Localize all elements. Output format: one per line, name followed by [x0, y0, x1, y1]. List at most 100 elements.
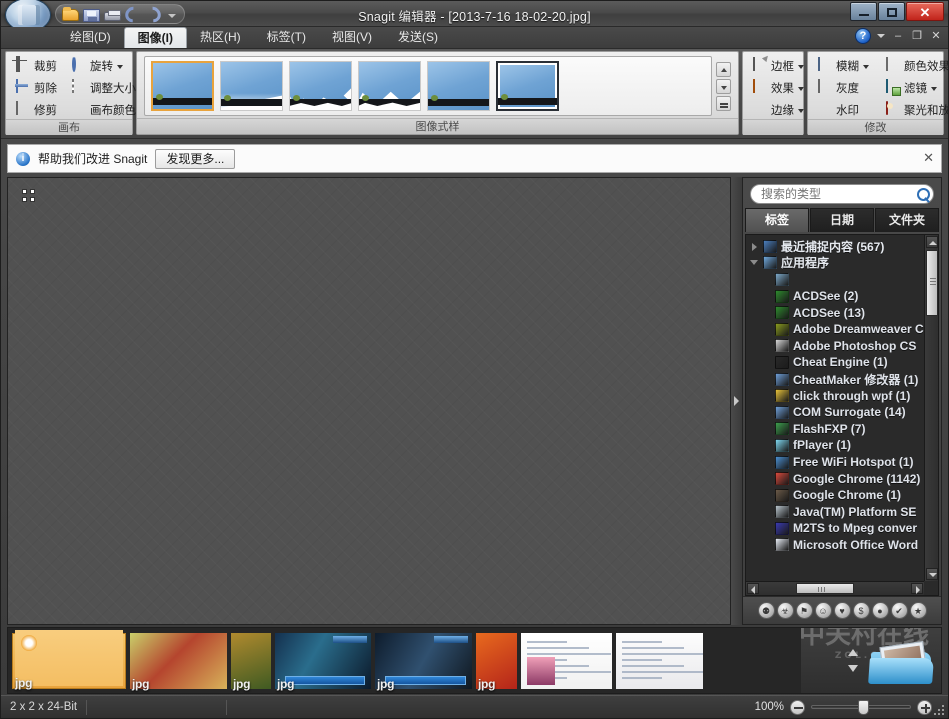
tree-item[interactable]: COM Surrogate (14): [748, 404, 924, 421]
tree-item[interactable]: M2TS to Mpeg conver: [748, 520, 924, 537]
filmstrip-item-4[interactable]: jpg: [275, 632, 371, 691]
tree-item[interactable]: FlashFXP (7): [748, 421, 924, 438]
zoom-slider[interactable]: [811, 700, 911, 715]
image-styles-gallery[interactable]: [144, 56, 712, 116]
cut-out-button[interactable]: 剪除: [11, 78, 61, 97]
color-effect-button[interactable]: 颜色效果: [881, 56, 949, 75]
tree-item[interactable]: Microsoft Office Word: [748, 537, 924, 554]
scroll-right-button[interactable]: [911, 583, 923, 594]
library-tree[interactable]: 最近捕捉内容 (567) 应用程序 ACDSee (2) ACDSee (13) Ado…: [745, 234, 939, 596]
effect-button[interactable]: 效果: [748, 78, 810, 97]
tab-tags[interactable]: 标签(T): [254, 27, 319, 48]
tree-vertical-scrollbar[interactable]: [924, 235, 938, 581]
flag-tag-icon[interactable]: ⚑: [795, 602, 813, 619]
tree-item[interactable]: Java(TM) Platform SE: [748, 504, 924, 521]
zoom-in-button[interactable]: [917, 699, 932, 715]
check-tag-icon[interactable]: ✔: [890, 602, 908, 619]
filmstrip-item-1[interactable]: jpg: [12, 629, 126, 690]
hscroll-thumb[interactable]: [796, 583, 854, 594]
panel-splitter[interactable]: [731, 177, 742, 625]
tree-item[interactable]: click through wpf (1): [748, 387, 924, 404]
gallery-more-button[interactable]: [716, 95, 731, 111]
spotlight-magnify-button[interactable]: 聚光和放大: [881, 100, 949, 119]
gallery-scroll-down-button[interactable]: [716, 78, 731, 94]
tab-view[interactable]: 视图(V): [319, 27, 385, 48]
ribbon-close-icon[interactable]: ✕: [929, 29, 943, 43]
sidebar-tab-tags[interactable]: 标签: [745, 208, 809, 232]
open-folder-icon[interactable]: [868, 638, 935, 684]
chevron-down-icon[interactable]: [117, 62, 125, 70]
tree-item[interactable]: 应用程序: [748, 255, 924, 272]
tree-item[interactable]: 最近捕捉内容 (567): [748, 238, 924, 255]
border-button[interactable]: 边框: [748, 56, 810, 75]
scroll-thumb[interactable]: [926, 250, 938, 316]
style-thumb-3[interactable]: [289, 61, 352, 111]
filmstrip-scroll-down-button[interactable]: [845, 662, 861, 675]
ribbon-restore-icon[interactable]: ❐: [910, 29, 924, 43]
resize-grip-icon[interactable]: [934, 705, 945, 716]
style-thumb-2[interactable]: [220, 61, 283, 111]
style-thumb-5[interactable]: [427, 61, 490, 111]
tab-draw[interactable]: 绘图(D): [57, 27, 124, 48]
restore-button[interactable]: [878, 2, 905, 21]
chevron-down-icon[interactable]: [931, 84, 939, 92]
search-icon[interactable]: [916, 187, 930, 201]
scroll-up-button[interactable]: [926, 236, 938, 248]
chevron-down-icon[interactable]: [798, 106, 806, 114]
tree-item[interactable]: ACDSee (2): [748, 288, 924, 305]
chevron-down-icon[interactable]: [750, 258, 759, 267]
filmstrip-scroll-up-button[interactable]: [845, 646, 861, 659]
tree-item[interactable]: Adobe Photoshop CS: [748, 338, 924, 355]
help-icon[interactable]: ?: [855, 28, 871, 44]
tree-item[interactable]: CheatMaker 修改器 (1): [748, 371, 924, 388]
style-thumb-6[interactable]: [496, 61, 559, 111]
tree-item[interactable]: Cheat Engine (1): [748, 354, 924, 371]
tree-item[interactable]: [748, 271, 924, 288]
star-tag-icon[interactable]: ★: [909, 602, 927, 619]
filmstrip-item-2[interactable]: jpg: [130, 632, 227, 691]
image-canvas[interactable]: [7, 177, 731, 625]
resize-handle[interactable]: [22, 189, 35, 202]
filmstrip-item-3[interactable]: jpg: [231, 632, 271, 691]
grayscale-button[interactable]: 灰度: [813, 78, 875, 97]
edge-button[interactable]: 边缘: [748, 100, 810, 119]
close-icon[interactable]: ✕: [923, 151, 934, 164]
tree-item[interactable]: Google Chrome (1142): [748, 470, 924, 487]
gallery-scroll-up-button[interactable]: [716, 61, 731, 77]
search-box[interactable]: [750, 184, 934, 204]
watermark-button[interactable]: 水印: [813, 100, 875, 119]
filmstrip-item-7[interactable]: [521, 632, 612, 689]
blur-button[interactable]: 模糊: [813, 56, 875, 75]
discover-more-button[interactable]: 发现更多...: [155, 148, 236, 169]
scroll-left-button[interactable]: [747, 583, 759, 594]
trim-button[interactable]: 修剪: [11, 100, 61, 119]
filmstrip-item-8[interactable]: [616, 632, 703, 689]
chevron-right-icon[interactable]: [750, 242, 759, 251]
tree-item[interactable]: Google Chrome (1): [748, 487, 924, 504]
zoom-out-button[interactable]: [790, 699, 805, 715]
zoom-slider-thumb[interactable]: [858, 700, 869, 715]
tree-horizontal-scrollbar[interactable]: [746, 581, 924, 595]
crop-button[interactable]: 裁剪: [11, 56, 61, 75]
close-button[interactable]: ✕: [906, 2, 944, 21]
tree-item[interactable]: Adobe Dreamweaver C: [748, 321, 924, 338]
tree-item[interactable]: ACDSee (13): [748, 304, 924, 321]
dollar-tag-icon[interactable]: $: [852, 602, 870, 619]
sidebar-tab-folder[interactable]: 文件夹: [875, 208, 939, 232]
style-thumb-1[interactable]: [151, 61, 214, 111]
lightbulb-tag-icon[interactable]: ●: [871, 602, 889, 619]
chevron-down-icon[interactable]: [863, 62, 871, 70]
minimize-button[interactable]: [850, 2, 877, 21]
chevron-down-icon[interactable]: [798, 62, 806, 70]
tab-hotspot[interactable]: 热区(H): [187, 27, 254, 48]
chevron-down-icon[interactable]: [876, 31, 886, 41]
chevron-down-icon[interactable]: [798, 84, 806, 92]
filmstrip-track[interactable]: jpg jpg jpg jpg jpg jpg: [8, 628, 801, 693]
tab-image[interactable]: 图像(I): [123, 27, 187, 48]
filmstrip-item-6[interactable]: jpg: [476, 632, 517, 691]
filmstrip-item-5[interactable]: jpg: [375, 632, 472, 691]
person-tag-icon[interactable]: ⚉: [757, 602, 775, 619]
tree-item[interactable]: fPlayer (1): [748, 437, 924, 454]
scroll-down-button[interactable]: [926, 568, 938, 580]
tab-send[interactable]: 发送(S): [385, 27, 451, 48]
